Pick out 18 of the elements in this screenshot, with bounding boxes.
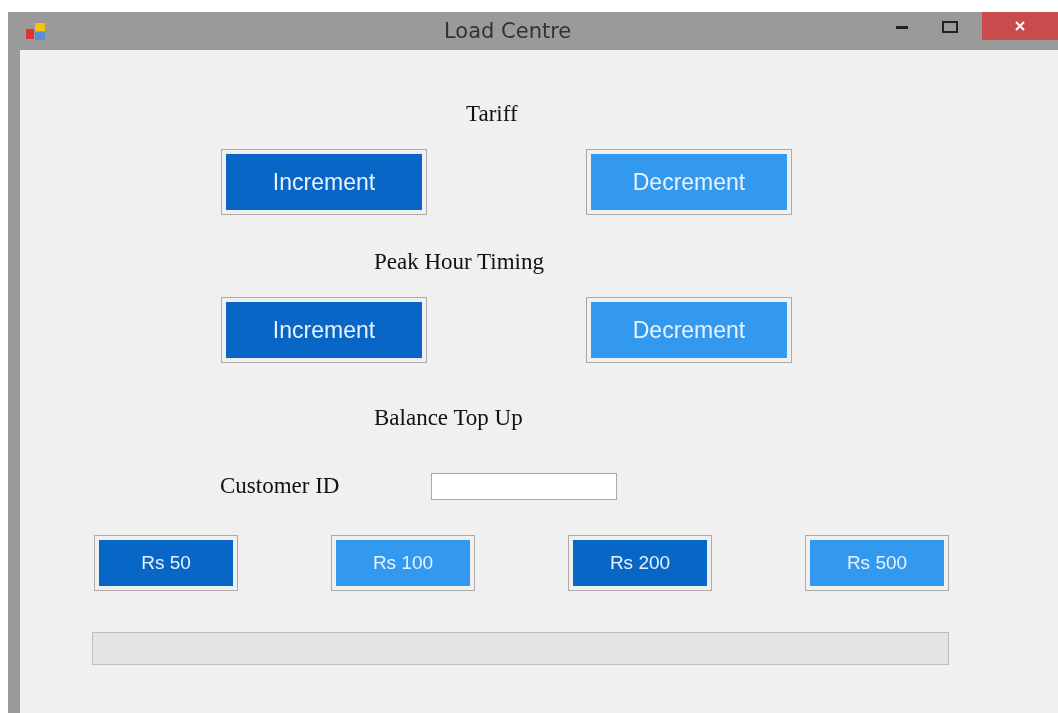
maximize-icon — [942, 21, 958, 33]
section-heading: Tariff — [466, 100, 518, 128]
amount-button[interactable]: Rs 50 — [95, 536, 237, 590]
app-icon — [26, 23, 46, 41]
customer-id-field[interactable] — [431, 472, 618, 500]
close-icon — [1015, 21, 1025, 31]
decrement-button[interactable]: Decrement — [587, 150, 791, 214]
window-title: Load Centre — [444, 19, 572, 43]
minimize-icon — [896, 25, 908, 29]
customer-id-label: Customer ID — [220, 472, 340, 500]
section-heading: Balance Top Up — [374, 404, 523, 432]
section-heading: Peak Hour Timing — [374, 248, 544, 276]
increment-button[interactable]: Increment — [222, 150, 426, 214]
increment-button[interactable]: Increment — [222, 298, 426, 362]
amount-button[interactable]: Rs 200 — [569, 536, 711, 590]
amount-button[interactable]: Rs 100 — [332, 536, 474, 590]
amount-button[interactable]: Rs 500 — [806, 536, 948, 590]
decrement-button[interactable]: Decrement — [587, 298, 791, 362]
